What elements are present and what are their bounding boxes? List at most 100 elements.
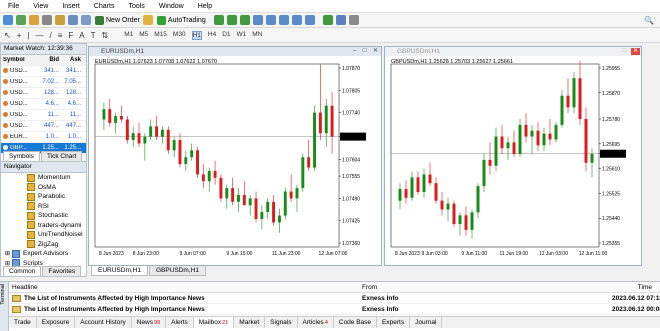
templates-icon[interactable] <box>348 15 359 25</box>
col-headline[interactable]: Headline <box>9 284 362 291</box>
new-order-button[interactable]: New Order <box>95 15 140 25</box>
menu-help[interactable]: Help <box>198 3 212 10</box>
candle-body <box>190 150 194 158</box>
navigator-item[interactable]: Momentum <box>27 173 86 183</box>
arrows-icon[interactable]: ⇅ <box>101 31 108 40</box>
profiles-icon[interactable] <box>16 15 26 25</box>
timeframe-m15[interactable]: M15 <box>154 31 167 40</box>
crosshair-icon[interactable]: + <box>17 31 22 40</box>
chart-shift-icon[interactable] <box>304 15 315 25</box>
search-icon[interactable]: 🔍 <box>644 16 654 25</box>
market-watch-row[interactable]: USD... 11... 11... <box>1 110 86 121</box>
fibonacci-icon[interactable]: F <box>68 31 73 40</box>
new-chart-icon[interactable] <box>3 15 13 25</box>
chart-eurusd-canvas[interactable]: 1.07870 1.07805 1.07740 1.07670 1.07604 1.075… <box>89 56 381 265</box>
auto-scroll-icon[interactable] <box>291 15 302 25</box>
chart-tabs: EURUSDm,H1 GBPUSDm,H1 <box>91 266 207 276</box>
close-icon[interactable]: ✕ <box>631 48 640 55</box>
market-watch-row[interactable]: USD... 7.02... 7.05... <box>1 77 86 88</box>
tab-mailbox[interactable]: Mailbox21 <box>193 317 235 328</box>
bar-chart-icon[interactable] <box>213 15 224 25</box>
menu-view[interactable]: View <box>33 3 48 10</box>
tab-signals[interactable]: Signals <box>265 317 298 328</box>
tile-windows-icon[interactable] <box>278 15 289 25</box>
tab-common[interactable]: Common <box>3 266 42 276</box>
tab-experts[interactable]: Experts <box>377 317 411 328</box>
navigator-item[interactable]: Parabolic <box>27 192 86 202</box>
navigator-item[interactable]: RSI <box>27 202 86 212</box>
col-bid[interactable]: Bid <box>39 57 59 63</box>
timeframe-h1[interactable]: H1 <box>191 30 202 40</box>
vertical-line-icon[interactable]: | <box>27 31 29 40</box>
market-watch-row[interactable]: EUR... 1.0... 1.0... <box>1 132 86 143</box>
cursor-icon[interactable]: ↖ <box>4 31 11 40</box>
maximize-icon[interactable]: □ <box>360 48 369 55</box>
market-watch-row[interactable]: USD... 4.6... 4.6... <box>1 99 86 110</box>
navigator-icon[interactable] <box>55 15 65 25</box>
zoom-out-icon[interactable] <box>265 15 276 25</box>
menu-file[interactable]: File <box>8 3 19 10</box>
metaeditor-icon[interactable] <box>142 15 153 25</box>
tab-news[interactable]: News99 <box>132 317 167 328</box>
col-symbol[interactable]: Symbol <box>1 57 39 63</box>
autotrading-button[interactable]: AutoTrading <box>156 15 206 25</box>
tab-articles[interactable]: Articles4 <box>298 317 334 328</box>
market-watch-icon[interactable] <box>29 15 39 25</box>
tab-tick-chart[interactable]: Tick Chart <box>40 151 83 161</box>
horizontal-line-icon[interactable]: — <box>35 31 43 40</box>
tab-account-history[interactable]: Account History <box>75 317 132 328</box>
periods-icon[interactable] <box>335 15 346 25</box>
timeframe-w1[interactable]: W1 <box>237 31 247 40</box>
market-watch-row[interactable]: USD... 341... 341... <box>1 66 86 77</box>
tab-code-base[interactable]: Code Base <box>334 317 378 328</box>
navigator-item[interactable]: traders-dynami <box>27 221 86 231</box>
trendline-icon[interactable]: / <box>49 31 51 40</box>
navigator-item[interactable]: UniTrendNoisel <box>27 230 86 240</box>
channel-icon[interactable]: ≡ <box>58 31 63 40</box>
menu-charts[interactable]: Charts <box>94 3 115 10</box>
tab-chart-gbpusd[interactable]: GBPUSDm,H1 <box>148 266 206 276</box>
col-ask[interactable]: Ask <box>59 57 81 63</box>
navigator-item[interactable]: Stochastic <box>27 211 86 221</box>
data-window-icon[interactable] <box>42 15 52 25</box>
terminal-icon[interactable] <box>68 15 78 25</box>
tab-trade[interactable]: Trade <box>9 317 37 328</box>
candlestick-icon[interactable] <box>226 15 237 25</box>
menu-insert[interactable]: Insert <box>62 3 80 10</box>
col-time[interactable]: Time <box>612 284 652 291</box>
col-from[interactable]: From <box>362 284 612 291</box>
tab-favorites[interactable]: Favorites <box>42 266 82 276</box>
close-icon[interactable]: ✕ <box>371 48 380 55</box>
tab-alerts[interactable]: Alerts <box>166 317 194 328</box>
indicators-icon[interactable] <box>322 15 333 25</box>
news-row[interactable]: The List of Instruments Affected by High… <box>9 293 660 304</box>
market-watch-row[interactable]: USD... 447... 447... <box>1 121 86 132</box>
menu-tools[interactable]: Tools <box>128 3 144 10</box>
navigator-item[interactable]: ZigZag <box>27 240 86 250</box>
tab-symbols[interactable]: Symbols <box>3 151 40 161</box>
line-chart-icon[interactable] <box>239 15 250 25</box>
timeframe-mn[interactable]: MN <box>252 31 262 40</box>
chart-gbpusd-canvas[interactable]: 1.25955 1.25870 1.25780 1.25695 1.25661 1.256… <box>385 56 641 265</box>
news-row[interactable]: The List of Instruments Affected by High… <box>9 304 660 315</box>
tester-icon[interactable] <box>81 15 91 25</box>
timeframe-m5[interactable]: M5 <box>139 31 148 40</box>
tab-exposure[interactable]: Exposure <box>37 317 76 328</box>
market-watch-row[interactable]: USD... 128... 128... <box>1 88 86 99</box>
timeframe-m30[interactable]: M30 <box>173 31 186 40</box>
text-icon[interactable]: A <box>79 31 84 40</box>
zoom-in-icon[interactable] <box>252 15 263 25</box>
maximize-icon[interactable]: □ <box>620 48 629 55</box>
timeframe-d1[interactable]: D1 <box>222 31 230 40</box>
tab-chart-eurusd[interactable]: EURUSDm,H1 <box>91 266 148 276</box>
navigator-item[interactable]: OsMA <box>27 183 86 193</box>
navigator-group[interactable]: ⊞ Expert Advisors <box>5 249 86 259</box>
menu-window[interactable]: Window <box>159 3 184 10</box>
tab-journal[interactable]: Journal <box>410 317 443 328</box>
timeframe-h4[interactable]: H4 <box>208 31 216 40</box>
minimize-icon[interactable]: – <box>350 48 359 55</box>
timeframe-m1[interactable]: M1 <box>124 31 133 40</box>
label-icon[interactable]: T <box>91 31 96 40</box>
tab-market[interactable]: Market <box>234 317 266 328</box>
expand-icon[interactable]: ⊞ <box>5 250 10 257</box>
